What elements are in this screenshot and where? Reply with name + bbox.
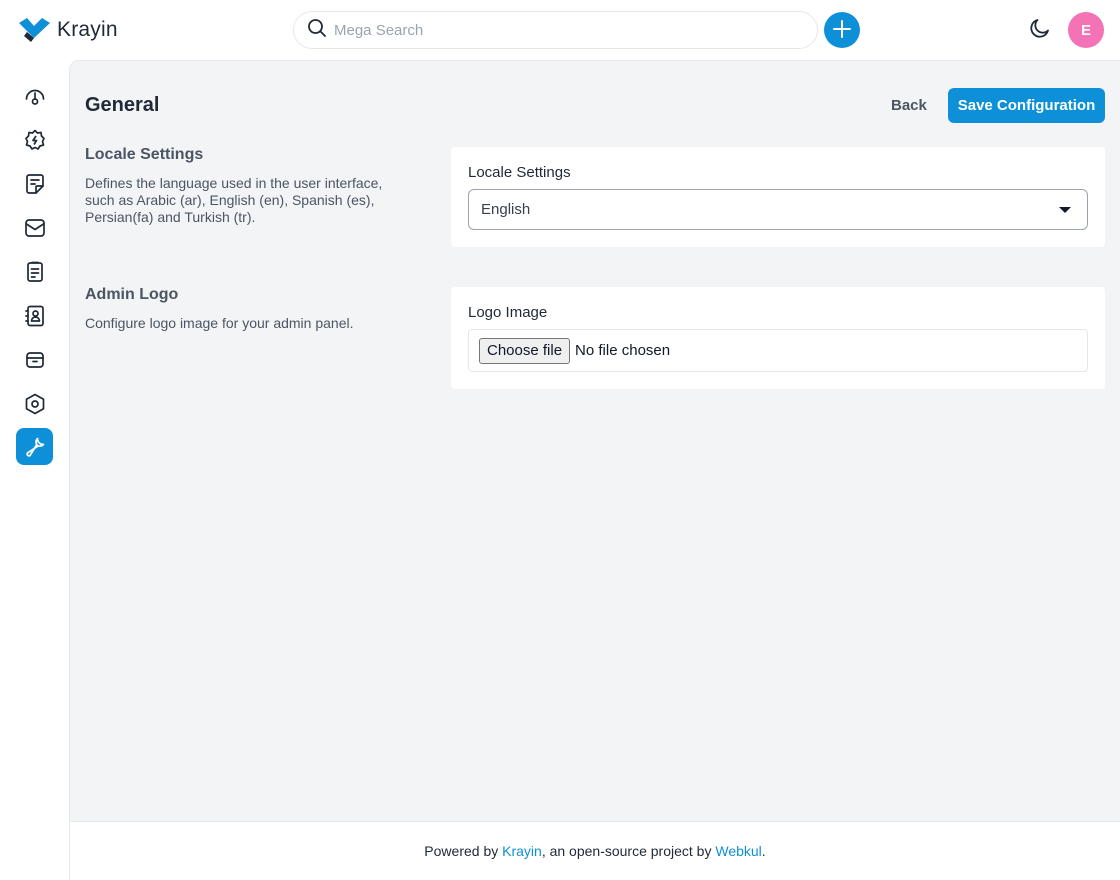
mega-search-input[interactable] — [334, 21, 794, 39]
sidebar-item-mail[interactable] — [16, 209, 53, 246]
sidebar-item-products[interactable] — [16, 341, 53, 378]
locale-field-label: Locale Settings — [468, 164, 571, 181]
admin-logo-card: Logo Image Choose file No file chosen — [451, 287, 1105, 389]
mail-icon — [23, 216, 47, 240]
krayin-link[interactable]: Krayin — [502, 843, 542, 859]
logo-image-file-input[interactable]: Choose file No file chosen — [468, 329, 1088, 372]
logo-image-field-label: Logo Image — [468, 304, 548, 321]
save-configuration-button[interactable]: Save Configuration — [948, 88, 1105, 123]
plus-icon — [831, 18, 853, 43]
moon-icon — [1028, 16, 1052, 45]
activities-icon — [23, 260, 47, 284]
top-header: Krayin Mega Search E — [0, 0, 1120, 60]
page-title: General — [85, 94, 160, 116]
sidebar-item-activities[interactable] — [16, 253, 53, 290]
quotes-icon — [23, 172, 47, 196]
sidebar — [0, 60, 69, 880]
main-content: General Back Save Configuration Locale S… — [69, 60, 1120, 821]
back-link[interactable]: Back — [891, 97, 927, 114]
locale-section-title: Locale Settings — [85, 146, 204, 163]
webkul-link[interactable]: Webkul — [715, 843, 761, 859]
admin-logo-section-description: Configure logo image for your admin pane… — [85, 315, 354, 331]
locale-section-description: Defines the language used in the user in… — [85, 175, 383, 225]
search-icon — [307, 18, 327, 43]
products-icon — [23, 348, 47, 372]
brand-name: Krayin — [57, 18, 118, 41]
sidebar-item-contacts[interactable] — [16, 297, 53, 334]
sidebar-item-dashboard[interactable] — [16, 77, 53, 114]
sidebar-item-leads[interactable] — [16, 121, 53, 158]
leads-icon — [23, 128, 47, 152]
footer-suffix: . — [761, 843, 766, 859]
footer: Powered by Krayin , an open-source proje… — [69, 821, 1120, 880]
brand[interactable]: Krayin — [18, 17, 118, 43]
dashboard-gauge-icon — [23, 84, 47, 108]
krayin-logo-icon — [18, 17, 51, 43]
admin-logo-section-title: Admin Logo — [85, 286, 179, 303]
user-avatar[interactable]: E — [1068, 12, 1104, 48]
mega-search-bar[interactable] — [293, 11, 818, 49]
contacts-icon — [23, 304, 47, 328]
sidebar-item-settings[interactable] — [16, 385, 53, 422]
sidebar-item-configuration[interactable] — [16, 428, 53, 465]
locale-settings-card: Locale Settings English — [451, 147, 1105, 247]
caret-down-icon — [1059, 207, 1071, 213]
quick-add-button[interactable] — [824, 12, 860, 48]
choose-file-button[interactable]: Choose file — [479, 337, 571, 364]
locale-select-value: English — [481, 201, 531, 218]
sidebar-item-quotes[interactable] — [16, 165, 53, 202]
footer-prefix: Powered by — [424, 843, 503, 859]
file-status-text: No file chosen — [575, 342, 671, 359]
locale-select[interactable]: English — [468, 189, 1088, 230]
settings-icon — [23, 392, 47, 416]
wrench-icon — [23, 435, 47, 459]
app-root: Krayin Mega Search E General Back Save C… — [0, 0, 1120, 880]
footer-middle: , an open-source project by — [541, 843, 716, 859]
theme-toggle-button[interactable] — [1027, 17, 1053, 43]
